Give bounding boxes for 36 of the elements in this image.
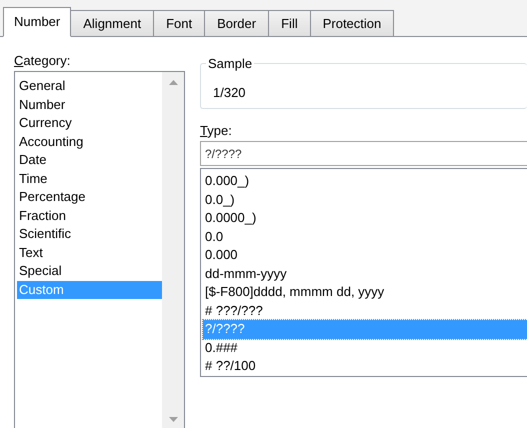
type-label: Type:: [200, 122, 233, 140]
category-list[interactable]: General Number Currency Accounting Date Time Percentage Fraction Scientific Text Special Custom: [14, 71, 185, 428]
type-item[interactable]: 0.0_): [203, 190, 527, 209]
category-item[interactable]: Number: [17, 96, 162, 114]
category-item[interactable]: Currency: [17, 114, 162, 132]
type-item[interactable]: 0.0000_): [203, 209, 527, 228]
tab[interactable]: Font: [154, 10, 206, 36]
type-item[interactable]: [$-F800]dddd, mmmm dd, yyyy: [203, 283, 527, 302]
scrollbar[interactable]: [162, 72, 184, 428]
category-item[interactable]: Text: [17, 244, 162, 262]
type-item[interactable]: # ??/100: [203, 357, 527, 376]
category-item[interactable]: Scientific: [17, 225, 162, 244]
tab[interactable]: Fill: [269, 10, 311, 36]
type-item[interactable]: # ???/???: [203, 302, 527, 320]
tab[interactable]: Alignment: [71, 10, 154, 36]
category-item[interactable]: Time: [17, 170, 162, 188]
scroll-up-icon[interactable]: [168, 80, 178, 85]
scroll-down-icon[interactable]: [168, 417, 178, 422]
category-item[interactable]: Accounting: [17, 132, 162, 151]
category-item[interactable]: General: [17, 77, 162, 96]
type-list[interactable]: 0.000_) 0.0_) 0.0000_) 0.0 0.000 dd-mmm-yyyy [$-F800]dddd, mmmm dd, yyyy # ???/??? ?/???? 0.### # ??/100: [200, 168, 527, 377]
type-item[interactable]: dd-mmm-yyyy: [203, 264, 527, 283]
tab[interactable]: Protection: [310, 10, 394, 36]
category-item[interactable]: Special: [17, 262, 162, 280]
tab[interactable]: Number: [3, 7, 72, 37]
type-item[interactable]: 0.000: [203, 246, 527, 264]
category-item[interactable]: Fraction: [17, 206, 162, 225]
category-label: Category:: [14, 52, 72, 70]
category-item[interactable]: Date: [17, 151, 162, 170]
type-item[interactable]: 0.000_): [203, 172, 527, 190]
type-input[interactable]: ?/????: [200, 141, 527, 166]
type-item[interactable]: 0.###: [203, 338, 527, 357]
tab[interactable]: Border: [205, 10, 270, 36]
category-item[interactable]: Percentage: [17, 188, 162, 206]
type-item[interactable]: 0.0: [203, 228, 527, 246]
sample-value: 1/320: [213, 84, 246, 102]
